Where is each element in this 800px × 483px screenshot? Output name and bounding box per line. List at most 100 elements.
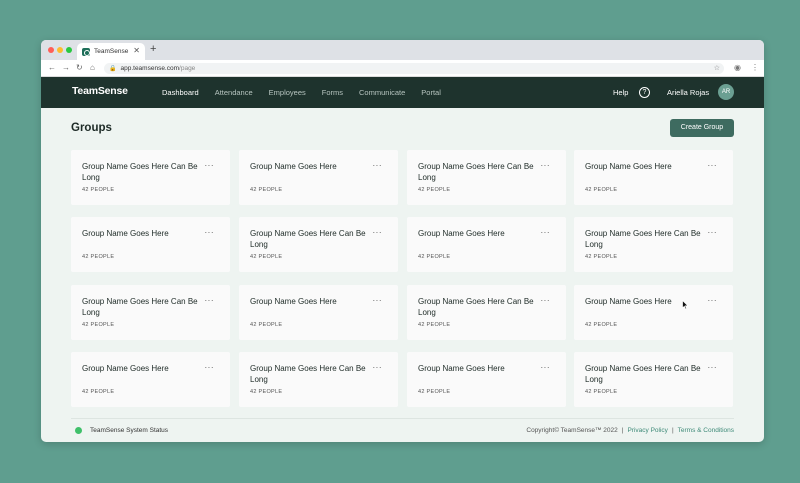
mouse-cursor-icon — [682, 300, 689, 310]
system-status-link[interactable]: TeamSense System Status — [90, 427, 168, 434]
create-group-button[interactable]: Create Group — [670, 119, 734, 137]
nav-attendance[interactable]: Attendance — [215, 88, 253, 97]
more-options-icon[interactable]: ··· — [205, 229, 215, 237]
footer-legal: Copyright© TeamSense™ 2022 | Privacy Polic… — [526, 427, 734, 434]
group-people-count: 42 PEOPLE — [585, 187, 618, 193]
group-name: Group Name Goes Here — [585, 162, 672, 171]
lock-icon: 🔒 — [109, 66, 117, 72]
group-card[interactable]: Group Name Goes Here 42 PEOPLE ··· — [574, 150, 733, 205]
help-question-icon[interactable]: ? — [639, 87, 650, 98]
url-host: app.teamsense.com — [120, 65, 180, 72]
footer-separator: | — [621, 427, 624, 434]
more-options-icon[interactable]: ··· — [373, 162, 383, 170]
more-options-icon[interactable]: ··· — [373, 364, 383, 372]
group-card[interactable]: Group Name Goes Here Can Be Long 42 PEOPL… — [71, 285, 230, 340]
back-arrow-icon[interactable]: ← — [48, 62, 56, 74]
group-people-count: 42 PEOPLE — [82, 389, 115, 395]
group-people-count: 42 PEOPLE — [585, 322, 618, 328]
browser-tab[interactable]: TeamSense ✕ — [77, 43, 145, 60]
minimize-window-button[interactable] — [57, 47, 63, 53]
group-people-count: 42 PEOPLE — [585, 389, 618, 395]
group-card[interactable]: Group Name Goes Here 42 PEOPLE ··· — [407, 217, 566, 272]
group-card[interactable]: Group Name Goes Here 42 PEOPLE ··· — [71, 217, 230, 272]
more-options-icon[interactable]: ··· — [541, 297, 551, 305]
group-people-count: 42 PEOPLE — [418, 254, 451, 260]
group-people-count: 42 PEOPLE — [250, 254, 283, 260]
group-people-count: 42 PEOPLE — [82, 187, 115, 193]
more-options-icon[interactable]: ··· — [708, 297, 718, 305]
more-options-icon[interactable]: ··· — [708, 162, 718, 170]
close-window-button[interactable] — [48, 47, 54, 53]
group-people-count: 42 PEOPLE — [418, 187, 451, 193]
group-name: Group Name Goes Here Can Be Long — [82, 162, 198, 182]
tab-title: TeamSense — [94, 48, 129, 55]
maximize-window-button[interactable] — [66, 47, 72, 53]
group-card[interactable]: Group Name Goes Here 42 PEOPLE ··· — [407, 352, 566, 407]
copyright-text: Copyright© TeamSense™ 2022 — [526, 427, 618, 434]
group-name: Group Name Goes Here — [250, 297, 337, 306]
user-name[interactable]: Ariella Rojas — [667, 88, 709, 97]
group-name: Group Name Goes Here Can Be Long — [585, 364, 701, 384]
group-people-count: 42 PEOPLE — [82, 254, 115, 260]
new-tab-icon[interactable]: + — [150, 43, 156, 56]
nav-dashboard[interactable]: Dashboard — [162, 88, 199, 97]
reload-icon[interactable]: ↻ — [76, 62, 83, 74]
more-options-icon[interactable]: ··· — [708, 229, 718, 237]
avatar[interactable]: AR — [718, 84, 734, 100]
group-name: Group Name Goes Here Can Be Long — [250, 229, 366, 249]
more-options-icon[interactable]: ··· — [205, 364, 215, 372]
terms-link[interactable]: Terms & Conditions — [678, 427, 734, 434]
group-card[interactable]: Group Name Goes Here Can Be Long 42 PEOPL… — [407, 285, 566, 340]
app-navbar: TeamSense Dashboard Attendance Employees… — [41, 77, 764, 108]
group-card[interactable]: Group Name Goes Here 42 PEOPLE ··· — [574, 285, 733, 340]
address-bar: ← → ↻ ⌂ 🔒 app.teamsense.com/page ☆ ◉ ⋮ — [41, 60, 764, 77]
browser-menu-icon[interactable]: ⋮ — [751, 62, 759, 74]
group-card[interactable]: Group Name Goes Here 42 PEOPLE ··· — [239, 150, 398, 205]
more-options-icon[interactable]: ··· — [541, 229, 551, 237]
more-options-icon[interactable]: ··· — [205, 297, 215, 305]
group-name: Group Name Goes Here — [250, 162, 337, 171]
footer-divider — [71, 418, 734, 419]
group-people-count: 42 PEOPLE — [418, 389, 451, 395]
more-options-icon[interactable]: ··· — [205, 162, 215, 170]
group-people-count: 42 PEOPLE — [250, 389, 283, 395]
group-name: Group Name Goes Here Can Be Long — [418, 162, 534, 182]
more-options-icon[interactable]: ··· — [541, 364, 551, 372]
group-card[interactable]: Group Name Goes Here Can Be Long 42 PEOPL… — [407, 150, 566, 205]
group-name: Group Name Goes Here — [418, 229, 505, 238]
close-tab-icon[interactable]: ✕ — [133, 46, 140, 56]
nav-communicate[interactable]: Communicate — [359, 88, 405, 97]
teamsense-favicon-icon — [82, 47, 90, 56]
teamsense-logo[interactable]: TeamSense — [72, 85, 128, 97]
nav-employees[interactable]: Employees — [269, 88, 306, 97]
group-card[interactable]: Group Name Goes Here Can Be Long 42 PEOPL… — [71, 150, 230, 205]
group-card[interactable]: Group Name Goes Here 42 PEOPLE ··· — [71, 352, 230, 407]
group-card[interactable]: Group Name Goes Here Can Be Long 42 PEOPL… — [574, 217, 733, 272]
url-field[interactable]: 🔒 app.teamsense.com/page ☆ — [104, 63, 724, 74]
group-people-count: 42 PEOPLE — [250, 322, 283, 328]
browser-tabbar: TeamSense ✕ + — [41, 40, 764, 60]
group-people-count: 42 PEOPLE — [418, 322, 451, 328]
more-options-icon[interactable]: ··· — [373, 297, 383, 305]
nav-portal[interactable]: Portal — [421, 88, 441, 97]
more-options-icon[interactable]: ··· — [708, 364, 718, 372]
forward-arrow-icon[interactable]: → — [62, 62, 70, 74]
group-card[interactable]: Group Name Goes Here Can Be Long 42 PEOPL… — [239, 217, 398, 272]
group-name: Group Name Goes Here — [82, 229, 169, 238]
url-path: /page — [179, 65, 196, 72]
more-options-icon[interactable]: ··· — [541, 162, 551, 170]
group-name: Group Name Goes Here Can Be Long — [82, 297, 198, 317]
footer-separator: | — [671, 427, 674, 434]
group-card[interactable]: Group Name Goes Here Can Be Long 42 PEOPL… — [574, 352, 733, 407]
bookmark-star-icon[interactable]: ☆ — [714, 63, 720, 74]
profile-icon[interactable]: ◉ — [734, 62, 741, 74]
help-link[interactable]: Help — [613, 88, 628, 97]
status-indicator-icon — [75, 427, 82, 434]
more-options-icon[interactable]: ··· — [373, 229, 383, 237]
nav-forms[interactable]: Forms — [322, 88, 343, 97]
group-name: Group Name Goes Here — [82, 364, 169, 373]
group-card[interactable]: Group Name Goes Here 42 PEOPLE ··· — [239, 285, 398, 340]
privacy-policy-link[interactable]: Privacy Policy — [627, 427, 667, 434]
group-card[interactable]: Group Name Goes Here Can Be Long 42 PEOPL… — [239, 352, 398, 407]
home-icon[interactable]: ⌂ — [90, 62, 95, 74]
